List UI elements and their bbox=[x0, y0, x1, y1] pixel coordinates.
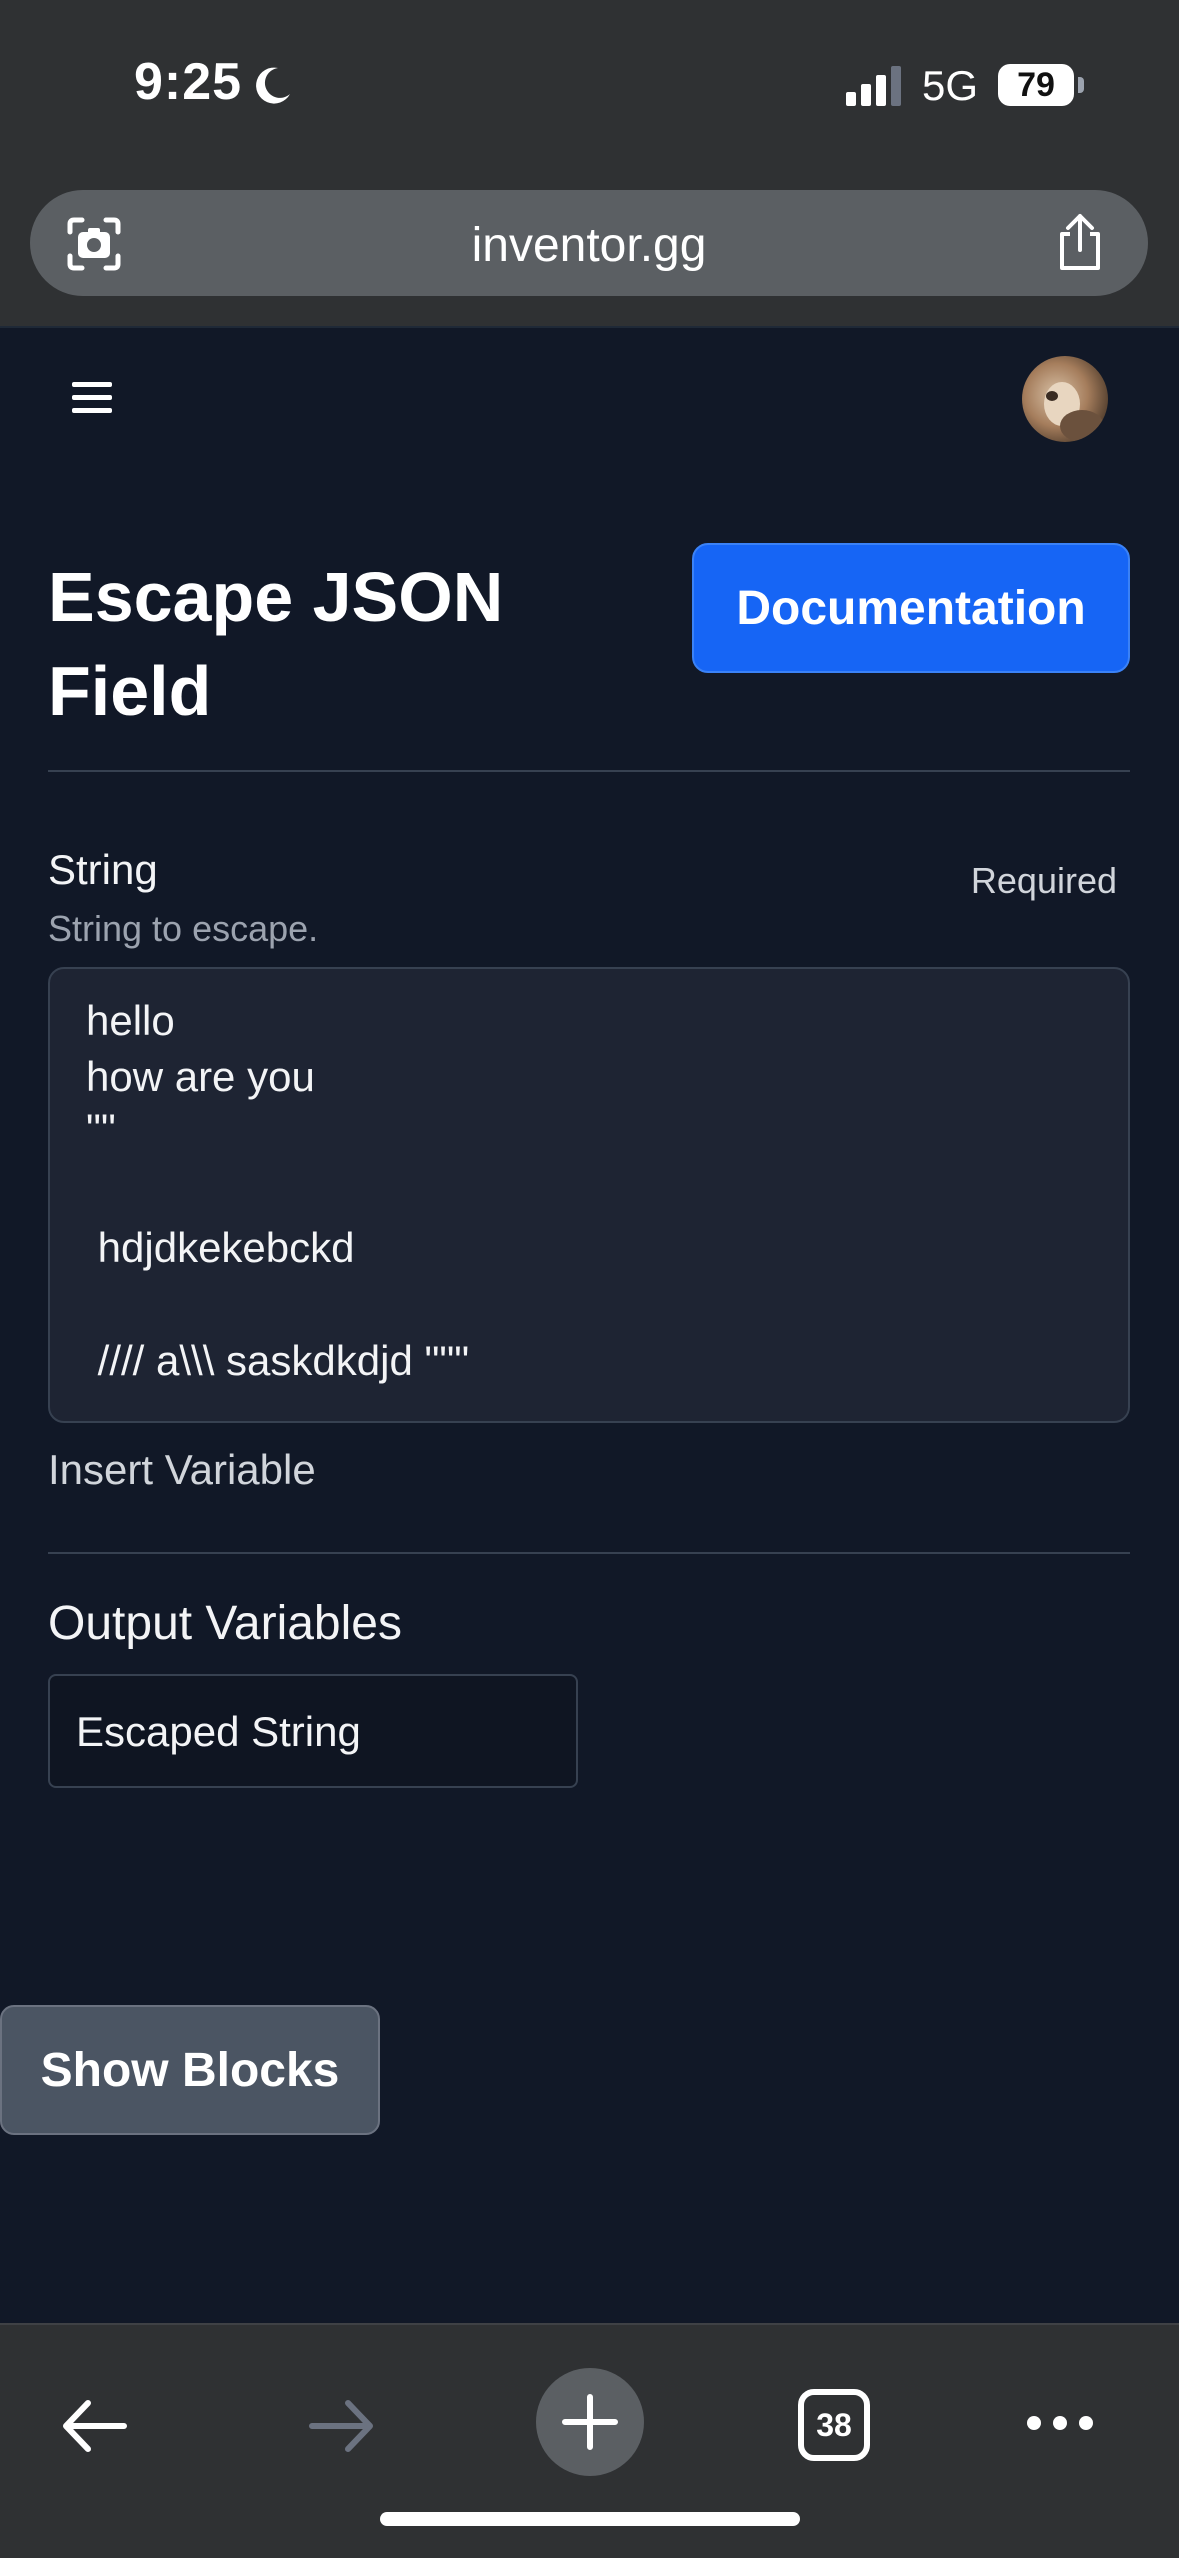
address-bar[interactable]: inventor.gg bbox=[30, 190, 1148, 296]
menu-icon[interactable] bbox=[70, 378, 114, 418]
status-time: 9:25 bbox=[134, 53, 243, 111]
moon-icon bbox=[256, 67, 290, 104]
string-input[interactable]: hello how are you "" hdjdkekebckd //// a… bbox=[48, 967, 1130, 1423]
more-icon[interactable] bbox=[1024, 2411, 1096, 2435]
battery-indicator: 79 bbox=[998, 64, 1074, 106]
page-title: Escape JSON Field bbox=[48, 558, 504, 730]
input-line: //// a\\\ saskdkdjd """ bbox=[86, 1337, 470, 1384]
output-variable-label: Escaped String bbox=[76, 1708, 361, 1755]
avatar-image bbox=[1044, 382, 1104, 442]
field-label: String bbox=[48, 846, 158, 893]
share-icon[interactable] bbox=[1050, 212, 1110, 274]
divider bbox=[48, 770, 1130, 772]
back-arrow-icon[interactable] bbox=[58, 2395, 130, 2457]
url-text[interactable]: inventor.gg bbox=[30, 218, 1148, 273]
required-label: Required bbox=[970, 860, 1117, 901]
plus-icon[interactable] bbox=[535, 2367, 645, 2477]
insert-variable-link[interactable]: Insert Variable bbox=[48, 1446, 316, 1494]
battery-tip bbox=[1078, 77, 1084, 93]
input-line: hdjdkekebckd bbox=[86, 1224, 355, 1271]
browser-address-area: inventor.gg bbox=[0, 170, 1179, 328]
documentation-button[interactable]: Documentation bbox=[692, 543, 1130, 673]
network-label: 5G bbox=[922, 62, 979, 109]
output-variable-chip[interactable]: Escaped String bbox=[48, 1674, 578, 1788]
field-description: String to escape. bbox=[48, 908, 319, 949]
input-line: "" bbox=[86, 1105, 116, 1152]
input-line: how are you bbox=[86, 1053, 315, 1100]
output-variables-heading: Output Variables bbox=[48, 1597, 402, 1650]
forward-arrow-icon[interactable] bbox=[306, 2395, 378, 2457]
signal-icon bbox=[846, 66, 901, 106]
divider bbox=[48, 1552, 1130, 1554]
status-bar: 9:25 5G 79 bbox=[0, 0, 1179, 170]
page-content: Escape JSON Field Documentation String R… bbox=[0, 328, 1179, 2323]
home-indicator bbox=[380, 2512, 800, 2526]
input-line: hello bbox=[86, 997, 175, 1044]
show-blocks-button[interactable]: Show Blocks bbox=[0, 2005, 380, 2135]
tabs-icon[interactable]: 38 bbox=[798, 2389, 870, 2461]
avatar[interactable] bbox=[1022, 356, 1108, 442]
